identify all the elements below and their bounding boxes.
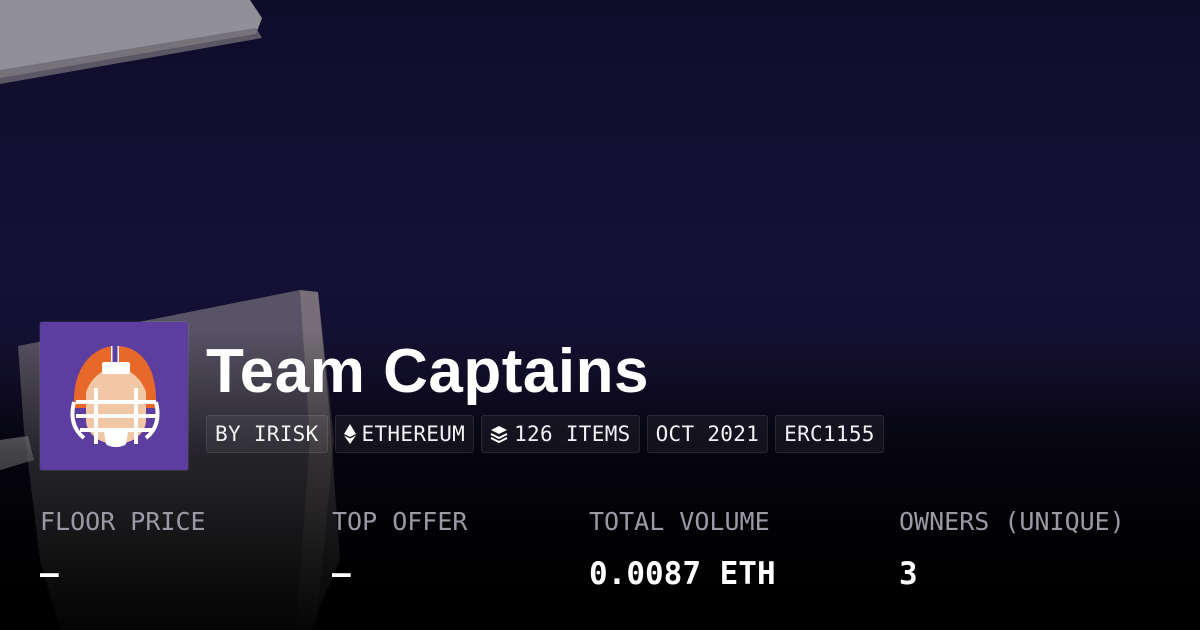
date-tag: OCT 2021 [646, 415, 769, 453]
items-tag-label: 126 ITEMS [514, 422, 631, 446]
ethereum-icon [343, 424, 356, 444]
floor-price-label: FLOOR PRICE [40, 507, 206, 536]
collection-title: Team Captains [206, 337, 649, 406]
standard-tag: ERC1155 [775, 415, 884, 453]
layers-icon [490, 425, 508, 443]
collection-avatar [40, 322, 188, 470]
top-offer-label: TOP OFFER [332, 507, 468, 536]
collection-stats: FLOOR PRICE — TOP OFFER — TOTAL VOLUME 0… [0, 505, 1200, 605]
total-volume-label: TOTAL VOLUME [589, 507, 770, 536]
standard-tag-label: ERC1155 [784, 422, 875, 446]
items-tag[interactable]: 126 ITEMS [481, 415, 640, 453]
top-offer-stat: TOP OFFER — [332, 505, 467, 594]
floor-price-value: — [40, 556, 59, 592]
chain-tag[interactable]: ETHEREUM [334, 415, 475, 453]
collection-tags: BY IRISK ETHEREUM 126 ITEMS OCT 2021 ERC… [206, 415, 884, 453]
date-tag-label: OCT 2021 [655, 422, 760, 446]
football-helmet-icon [70, 346, 160, 447]
owners-label: OWNERS (UNIQUE) [899, 507, 1125, 536]
floor-price-stat: FLOOR PRICE — [40, 505, 206, 594]
creator-tag[interactable]: BY IRISK [206, 415, 328, 453]
top-offer-value: — [332, 556, 351, 592]
owners-value: 3 [899, 556, 918, 592]
total-volume-stat: TOTAL VOLUME 0.0087 ETH [589, 505, 776, 594]
chain-tag-label: ETHEREUM [361, 422, 466, 446]
owners-stat: OWNERS (UNIQUE) 3 [899, 505, 1125, 594]
total-volume-value: 0.0087 ETH [589, 556, 776, 592]
creator-tag-label: BY IRISK [215, 422, 319, 446]
